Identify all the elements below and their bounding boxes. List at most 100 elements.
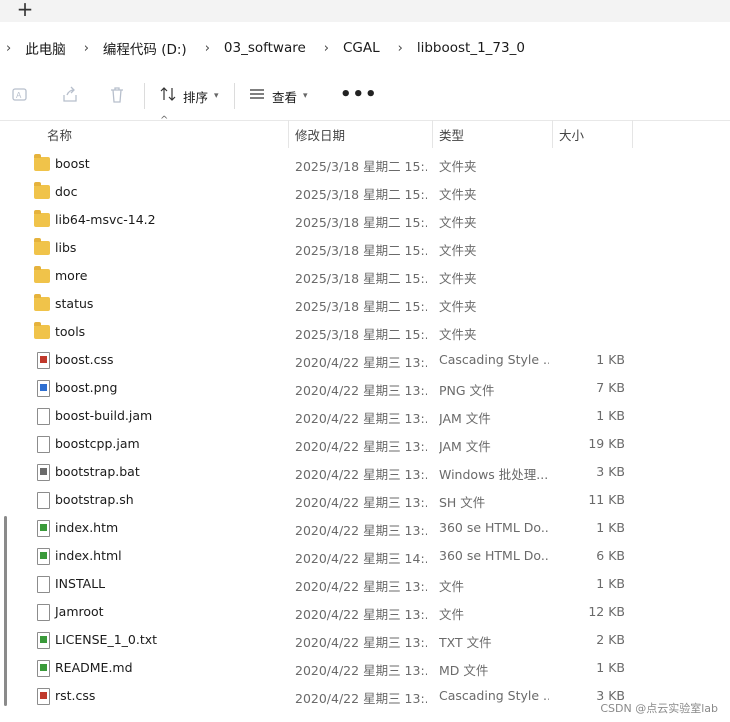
file-name: INSTALL <box>55 576 106 591</box>
delete-icon[interactable] <box>107 86 127 106</box>
breadcrumb-item[interactable]: libboost_1_73_0 <box>417 40 525 56</box>
file-name: boost.png <box>55 380 118 395</box>
file-name: lib64-msvc-14.2 <box>55 212 156 227</box>
share-icon[interactable] <box>60 86 80 106</box>
file-type-badge <box>40 468 47 475</box>
file-type-badge <box>40 524 47 531</box>
file-name: boost <box>55 156 90 171</box>
file-type: 文件 <box>439 607 465 622</box>
file-date: 2020/4/22 星期三 13:... <box>295 635 427 650</box>
file-size: 7 KB <box>596 380 625 395</box>
column-resizer[interactable] <box>288 120 289 148</box>
file-row[interactable]: more 2025/3/18 星期二 15:... 文件夹 <box>0 262 730 290</box>
watermark: CSDN @点云实验室lab <box>600 702 718 715</box>
toolbar-divider <box>144 83 145 109</box>
breadcrumb-item[interactable]: 此电脑 <box>25 38 66 58</box>
file-row[interactable]: libs 2025/3/18 星期二 15:... 文件夹 <box>0 234 730 262</box>
file-type-badge <box>40 692 47 699</box>
chevron-right-icon[interactable]: › <box>84 41 89 56</box>
file-row[interactable]: boost.png 2020/4/22 星期三 13:... PNG 文件 7 KB <box>0 374 730 402</box>
file-row[interactable]: tools 2025/3/18 星期二 15:... 文件夹 <box>0 318 730 346</box>
file-type: 文件夹 <box>439 159 477 174</box>
chevron-right-icon: › <box>6 40 12 56</box>
text-file-icon <box>37 660 50 677</box>
file-date: 2025/3/18 星期二 15:... <box>295 215 427 230</box>
file-size: 1 KB <box>596 352 625 367</box>
file-date: 2025/3/18 星期二 15:... <box>295 299 427 314</box>
file-icon <box>37 604 50 621</box>
file-row[interactable]: lib64-msvc-14.2 2025/3/18 星期二 15:... 文件夹 <box>0 206 730 234</box>
new-tab-button[interactable]: + <box>14 0 36 20</box>
file-row[interactable]: boostcpp.jam 2020/4/22 星期三 13:... JAM 文件 19… <box>0 430 730 458</box>
file-icon <box>37 408 50 425</box>
file-row[interactable]: status 2025/3/18 星期二 15:... 文件夹 <box>0 290 730 318</box>
folder-icon <box>34 182 50 199</box>
column-header-size[interactable]: 大小 <box>559 125 584 144</box>
folder-icon <box>34 154 50 171</box>
file-date: 2020/4/22 星期三 13:... <box>295 691 427 706</box>
file-type: 文件夹 <box>439 271 477 286</box>
file-size: 11 KB <box>588 492 625 507</box>
file-name: rst.css <box>55 688 96 703</box>
file-type: 文件夹 <box>439 243 477 258</box>
file-row[interactable]: INSTALL 2020/4/22 星期三 13:... 文件 1 KB <box>0 570 730 598</box>
file-icon <box>37 492 50 509</box>
file-size: 1 KB <box>596 576 625 591</box>
sort-button[interactable]: 排序 ▾ <box>160 82 219 110</box>
file-row[interactable]: bootstrap.bat 2020/4/22 星期三 13:... Windows… <box>0 458 730 486</box>
file-name: more <box>55 268 88 283</box>
breadcrumb-item[interactable]: 03_software <box>224 40 306 56</box>
folder-icon <box>34 322 50 339</box>
file-type: JAM 文件 <box>439 411 491 426</box>
css-file-icon <box>37 352 50 369</box>
view-label: 查看 <box>272 89 298 105</box>
file-date: 2020/4/22 星期三 13:... <box>295 523 427 538</box>
file-name: libs <box>55 240 77 255</box>
file-row[interactable]: LICENSE_1_0.txt 2020/4/22 星期三 13:... TXT 文… <box>0 626 730 654</box>
file-row[interactable]: index.htm 2020/4/22 星期三 13:... 360 se HTML… <box>0 514 730 542</box>
column-resizer[interactable] <box>552 120 553 148</box>
file-date: 2020/4/22 星期三 13:... <box>295 579 427 594</box>
file-name: LICENSE_1_0.txt <box>55 632 158 647</box>
column-header-date[interactable]: 修改日期 <box>295 125 345 144</box>
view-button[interactable]: 查看 ▾ <box>249 82 308 110</box>
column-resizer[interactable] <box>632 120 633 148</box>
file-date: 2020/4/22 星期三 13:... <box>295 355 427 370</box>
file-row[interactable]: bootstrap.sh 2020/4/22 星期三 13:... SH 文件 11 … <box>0 486 730 514</box>
file-date: 2020/4/22 星期三 13:... <box>295 607 427 622</box>
chevron-right-icon[interactable]: › <box>398 41 403 56</box>
file-size: 1 KB <box>596 408 625 423</box>
column-header-name[interactable]: 名称 <box>47 125 72 144</box>
breadcrumb-item[interactable]: CGAL <box>343 40 380 56</box>
chevron-right-icon[interactable]: › <box>205 41 210 56</box>
text-file-icon <box>37 632 50 649</box>
rename-icon[interactable]: A <box>10 86 30 106</box>
file-row[interactable]: boost.css 2020/4/22 星期三 13:... Cascading S… <box>0 346 730 374</box>
file-date: 2020/4/22 星期三 13:... <box>295 663 427 678</box>
file-type: 文件夹 <box>439 215 477 230</box>
more-options-button[interactable]: ••• <box>340 84 378 105</box>
chevron-right-icon[interactable]: › <box>324 41 329 56</box>
file-size: 1 KB <box>596 520 625 535</box>
file-row[interactable]: README.md 2020/4/22 星期三 13:... MD 文件 1 KB <box>0 654 730 682</box>
file-name: boost-build.jam <box>55 408 153 423</box>
column-header-type[interactable]: 类型 <box>439 125 464 144</box>
svg-text:A: A <box>16 91 22 100</box>
file-row[interactable]: boost 2025/3/18 星期二 15:... 文件夹 <box>0 150 730 178</box>
file-row[interactable]: Jamroot 2020/4/22 星期三 13:... 文件 12 KB <box>0 598 730 626</box>
folder-icon <box>34 238 50 255</box>
file-row[interactable]: boost-build.jam 2020/4/22 星期三 13:... JAM 文… <box>0 402 730 430</box>
file-type-badge <box>40 356 47 363</box>
file-date: 2025/3/18 星期二 15:... <box>295 159 427 174</box>
file-date: 2020/4/22 星期三 13:... <box>295 383 427 398</box>
file-size: 3 KB <box>596 464 625 479</box>
file-row[interactable]: index.html 2020/4/22 星期三 14:... 360 se HTM… <box>0 542 730 570</box>
file-name: boostcpp.jam <box>55 436 140 451</box>
file-size: 2 KB <box>596 632 625 647</box>
breadcrumb-item[interactable]: 编程代码 (D:) <box>103 38 187 58</box>
file-row[interactable]: doc 2025/3/18 星期二 15:... 文件夹 <box>0 178 730 206</box>
image-file-icon <box>37 380 50 397</box>
column-resizer[interactable] <box>432 120 433 148</box>
address-bar[interactable]: › 此电脑 › 编程代码 (D:) › 03_software › CGAL ›… <box>0 22 730 73</box>
file-type-badge <box>40 552 47 559</box>
